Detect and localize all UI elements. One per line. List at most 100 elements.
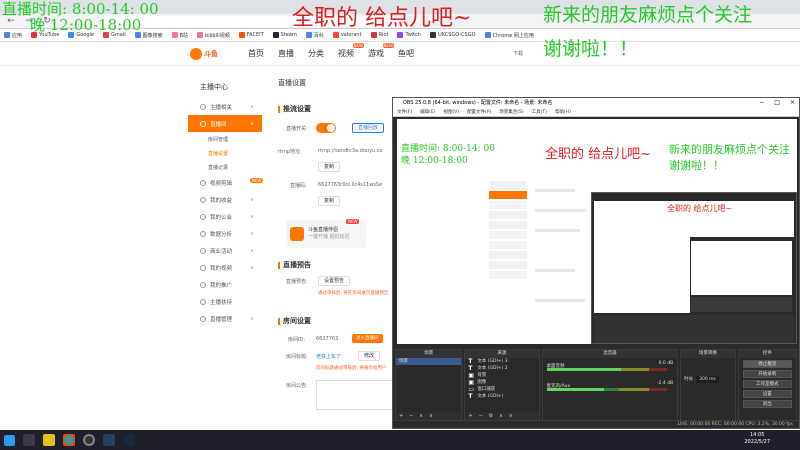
- douyu-companion-promo[interactable]: 斗鱼直播伴侣 一键开播 超低延迟: [286, 220, 366, 248]
- source-item[interactable]: ▭ 窗口捕获: [465, 386, 538, 393]
- room-notice-textarea[interactable]: [316, 380, 396, 410]
- nav-live[interactable]: 直播: [278, 48, 294, 59]
- studio-mode-button[interactable]: 工作室模式: [742, 380, 792, 388]
- remove-icon[interactable]: −: [479, 412, 483, 420]
- menu-edit[interactable]: 编辑(E): [420, 108, 435, 116]
- remove-icon[interactable]: −: [409, 412, 413, 420]
- source-label: 文本 (GDI+) 2: [477, 366, 508, 371]
- bookmark-item[interactable]: Twitch: [397, 32, 421, 38]
- task-view-icon[interactable]: [23, 434, 35, 446]
- enter-room-button[interactable]: 进入直播间: [352, 334, 383, 343]
- scene-item[interactable]: 场景: [396, 358, 462, 365]
- minimize-icon[interactable]: −: [759, 98, 764, 108]
- bookmark-item[interactable]: Chrome 网上应用: [484, 32, 534, 39]
- sidebar-sub-live-records[interactable]: 直播记录: [188, 160, 262, 174]
- nav-fishbar[interactable]: 鱼吧: [398, 48, 414, 59]
- close-icon[interactable]: ×: [790, 98, 795, 108]
- obs-title-bar: OBS 25.0.8 (64-bit, windows) - 配置文件: 未命名…: [393, 98, 799, 108]
- up-icon[interactable]: ∧: [499, 412, 503, 420]
- menu-view[interactable]: 视图(V): [443, 108, 459, 116]
- sidebar-title: 主播中心: [200, 83, 228, 91]
- preview-sidebar-item: [489, 201, 527, 209]
- up-icon[interactable]: ∧: [419, 412, 423, 420]
- duration-input[interactable]: 300 ms: [696, 376, 719, 383]
- source-item[interactable]: ▣ 背景: [465, 372, 538, 379]
- download-link[interactable]: 下载: [513, 50, 523, 57]
- stream-replay-button[interactable]: 直播回放: [352, 123, 385, 133]
- menu-help[interactable]: 帮助(H): [555, 108, 571, 116]
- down-icon[interactable]: ∨: [509, 412, 513, 420]
- sidebar-item-label: 视频剪辑: [210, 180, 233, 187]
- sidebar-item-my-video[interactable]: 我的视频 ∨: [188, 259, 262, 276]
- system-clock[interactable]: 14:05 2022/5/27: [744, 432, 770, 446]
- nav-home[interactable]: 首页: [248, 48, 264, 59]
- bookmark-item[interactable]: B站: [171, 32, 188, 39]
- settings-button[interactable]: 设置: [742, 390, 792, 398]
- set-preview-button[interactable]: 设置预告: [318, 276, 351, 286]
- bookmark-item[interactable]: UKCSGO-CSGO: [430, 32, 476, 38]
- gear-icon[interactable]: ⚙: [489, 412, 493, 420]
- stream-toggle[interactable]: [316, 123, 336, 133]
- exit-button[interactable]: 退出: [742, 400, 792, 408]
- down-icon[interactable]: ∨: [429, 412, 433, 420]
- sidebar-item-support[interactable]: 主播扶持: [188, 293, 262, 310]
- site-header: 斗鱼 首页 直播 分类 视频 NEW 游戏 NEW 鱼吧 下载: [0, 42, 800, 66]
- bookmark-item[interactable]: Steam: [272, 32, 297, 38]
- chrome-icon[interactable]: [63, 434, 75, 446]
- bookmark-item[interactable]: bilibili视频: [197, 32, 230, 39]
- bookmark-item[interactable]: Riot: [370, 32, 388, 38]
- sidebar-item-guild[interactable]: 我的公会 ∨: [188, 208, 262, 225]
- nav-video[interactable]: 视频 NEW: [338, 43, 364, 59]
- sidebar-sub-room-manage[interactable]: 房间管理: [188, 132, 262, 146]
- preview-sidebar: [489, 181, 527, 331]
- nav-category[interactable]: 分类: [308, 48, 324, 59]
- explorer-icon[interactable]: [43, 434, 55, 446]
- sidebar-item-analytics[interactable]: 数据分析 ∨: [188, 225, 262, 242]
- sidebar-item-video-clip[interactable]: 视频剪辑 NEW: [188, 174, 264, 191]
- sidebar-item-promotion[interactable]: 我的推广: [188, 276, 262, 293]
- source-item[interactable]: T 文本 (GDI+): [465, 393, 538, 400]
- sidebar-item-label: 我的视频: [210, 265, 233, 272]
- top-nav: 首页 直播 分类 视频 NEW 游戏 NEW 鱼吧: [248, 43, 414, 59]
- start-recording-button[interactable]: 开始录制: [742, 370, 792, 378]
- volume-meter-level: [546, 388, 605, 391]
- maximize-icon[interactable]: □: [774, 98, 780, 108]
- obs-icon[interactable]: [83, 434, 95, 446]
- copy-rtmp-button[interactable]: 复制: [318, 162, 341, 172]
- overlay-time-line-2: 晚 12:00-18:00: [30, 16, 142, 34]
- nav-game[interactable]: 游戏 NEW: [368, 43, 394, 59]
- source-item[interactable]: T 文本 (GDI+) 3: [465, 358, 538, 365]
- stop-streaming-button[interactable]: 停止推流: [742, 360, 792, 368]
- preview-sidebar-item: [489, 221, 527, 229]
- sidebar-item-business[interactable]: 商业活动 ∨: [188, 242, 262, 259]
- sidebar-item-live-manage[interactable]: 直播管理 ∨: [188, 310, 262, 327]
- briefcase-icon: [200, 247, 206, 254]
- menu-tools[interactable]: 工具(T): [532, 108, 547, 116]
- steam-icon[interactable]: [123, 434, 135, 446]
- douyu-logo[interactable]: 斗鱼: [190, 46, 228, 62]
- duration-row: 时长 300 ms: [681, 376, 734, 383]
- menu-file[interactable]: 文件(F): [397, 108, 412, 116]
- sidebar-item-income[interactable]: 我的收益 ∨: [188, 191, 262, 208]
- add-icon[interactable]: +: [399, 412, 403, 420]
- bookmark-item[interactable]: FACEIT: [238, 32, 264, 38]
- sidebar-item-label: 主播相关: [210, 104, 233, 111]
- source-item[interactable]: ▣ 图像: [465, 379, 538, 386]
- sidebar-item-room[interactable]: 直播间 ∧: [188, 115, 262, 132]
- copy-code-button[interactable]: 复制: [318, 196, 341, 206]
- add-icon[interactable]: +: [468, 412, 472, 420]
- menu-profile[interactable]: 配置文件(P): [467, 108, 491, 116]
- bookmark-item[interactable]: 应用: [4, 32, 22, 39]
- windows-start-icon[interactable]: [4, 434, 15, 446]
- obs-preview[interactable]: 直播时间: 8:00-14: 00 晚 12:00-18:00 全职的 给点儿吧…: [397, 119, 797, 344]
- source-item[interactable]: T 文本 (GDI+) 2: [465, 365, 538, 372]
- bookmark-item[interactable]: 百科: [305, 32, 324, 39]
- app-icon[interactable]: [103, 434, 115, 446]
- edit-title-button[interactable]: 修改: [358, 351, 381, 361]
- clock-date: 2022/5/27: [744, 439, 770, 445]
- sidebar-sub-live-settings[interactable]: 直播设置: [188, 146, 262, 160]
- sidebar-item-anchor[interactable]: 主播相关 ∨: [188, 98, 262, 115]
- page-title: 直播设置: [278, 79, 306, 87]
- bookmark-item[interactable]: valorant: [332, 32, 362, 38]
- menu-scene-collection[interactable]: 场景集合(S): [499, 108, 523, 116]
